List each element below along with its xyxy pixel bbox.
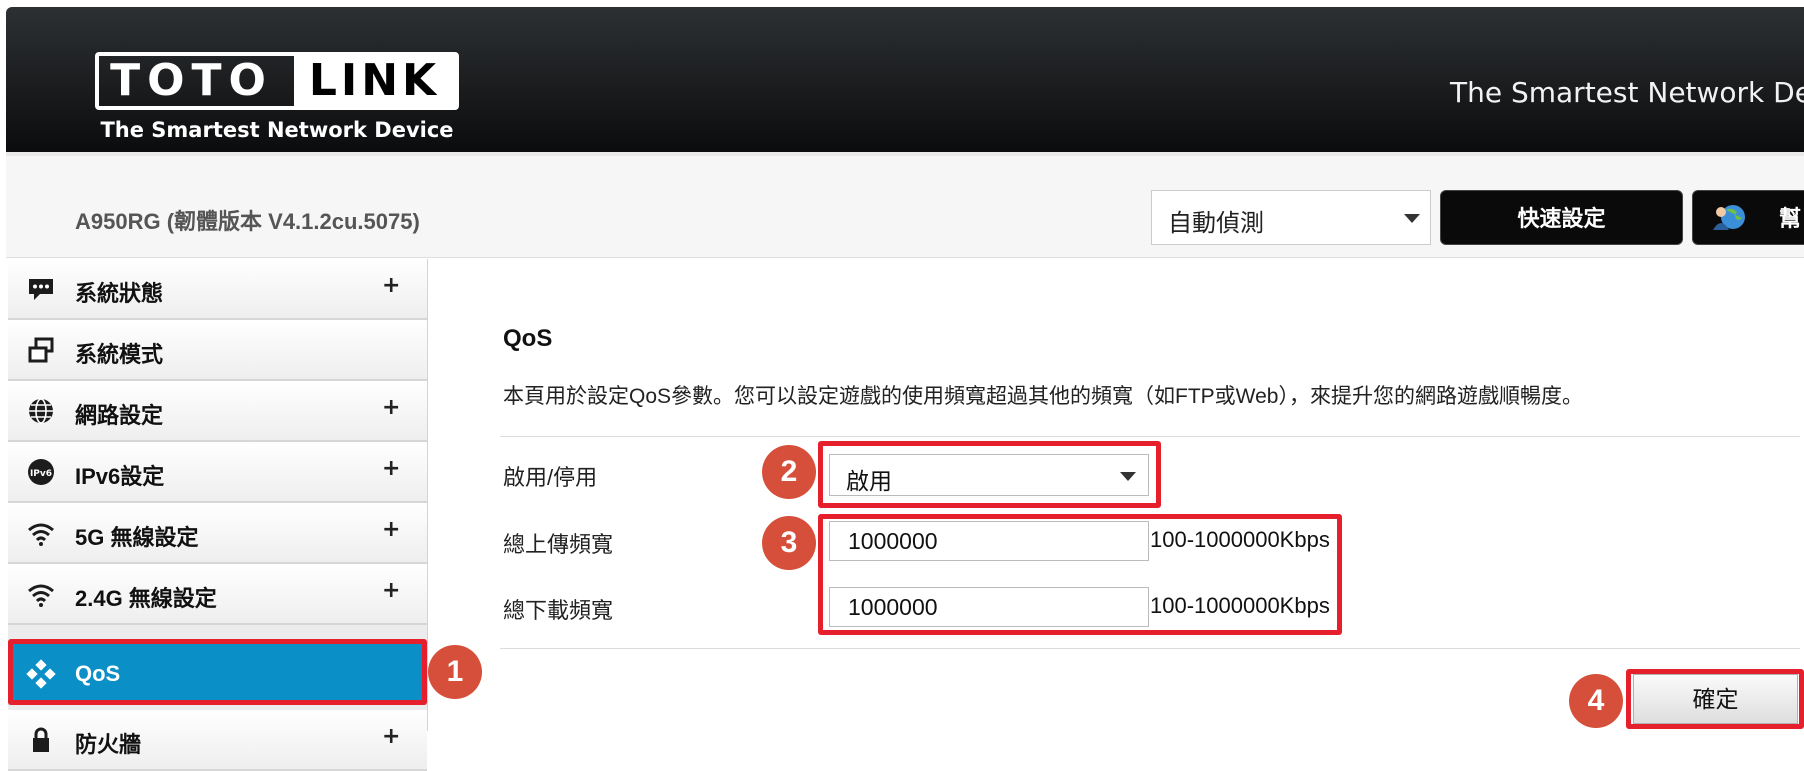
- globe-icon: [29, 398, 53, 424]
- upload-bandwidth-input[interactable]: 1000000: [829, 521, 1149, 561]
- divider: [500, 648, 1800, 649]
- divider: [500, 436, 1800, 437]
- upload-bandwidth-unit: 100-1000000Kbps: [1150, 527, 1330, 552]
- globe-person-icon: [1713, 205, 1745, 230]
- ok-button[interactable]: 確定: [1633, 674, 1798, 724]
- expand-plus-icon: +: [382, 273, 401, 298]
- step-badge-4: 4: [1569, 674, 1623, 728]
- sidebar-item-label: IPv6設定: [75, 464, 165, 489]
- page-title: QoS: [503, 325, 553, 352]
- language-select[interactable]: 自動偵測: [1151, 190, 1431, 245]
- download-bandwidth-unit: 100-1000000Kbps: [1150, 593, 1330, 618]
- header-slogan: The Smartest Network Devic: [1450, 76, 1804, 109]
- sidebar-item-label: 網路設定: [75, 403, 164, 428]
- upload-bandwidth-label: 總上傳頻寬: [503, 532, 614, 557]
- expand-plus-icon: +: [382, 724, 401, 749]
- totolink-logo: TOTO LINK: [95, 52, 459, 110]
- chevron-down-icon: [1120, 472, 1136, 481]
- expand-plus-icon: +: [382, 456, 401, 481]
- sidebar-item-label: 系統狀態: [75, 281, 164, 306]
- window-icon: [28, 337, 54, 363]
- sidebar-item-system-mode[interactable]: 系統模式: [8, 320, 427, 381]
- sidebar-item-label: 5G 無線設定: [75, 525, 199, 550]
- model-firmware-label: A950RG (韌體版本 V4.1.2cu.5075): [75, 209, 420, 234]
- language-select-value: 自動偵測: [1168, 210, 1264, 237]
- sidebar-item-label: 2.4G 無線設定: [75, 586, 217, 611]
- sidebar-item-system-status[interactable]: 系統狀態 +: [8, 259, 427, 320]
- step-badge-3: 3: [762, 516, 816, 570]
- sidebar-item-ipv6-settings[interactable]: IPv6 IPv6設定 +: [8, 442, 427, 503]
- step-badge-1: 1: [428, 645, 482, 699]
- sidebar-item-label: 系統模式: [75, 342, 164, 367]
- lock-icon: [33, 727, 49, 752]
- chevron-down-icon: [1404, 214, 1420, 223]
- wifi-icon: [28, 523, 54, 546]
- logo-text-right: LINK: [294, 56, 455, 106]
- sidebar-item-network-settings[interactable]: 網路設定 +: [8, 381, 427, 442]
- ipv6-icon: IPv6: [28, 459, 54, 485]
- logo-text-left: TOTO: [110, 55, 273, 106]
- sidebar-item-label: 防火牆: [75, 732, 142, 757]
- help-button-label: 幫: [1779, 206, 1802, 231]
- logo-tagline: The Smartest Network Device: [100, 118, 454, 142]
- wifi-icon: [28, 584, 54, 607]
- page-description: 本頁用於設定QoS參數。您可以設定遊戲的使用頻寬超過其他的頻寬（如FTP或Web…: [503, 385, 1583, 408]
- svg-text:IPv6: IPv6: [30, 469, 52, 479]
- chat-bubble-icon: [29, 279, 53, 300]
- sidebar-item-5g-wireless[interactable]: 5G 無線設定 +: [8, 503, 427, 564]
- help-button[interactable]: 幫: [1692, 190, 1804, 245]
- highlight-box-qos: [8, 639, 427, 705]
- expand-plus-icon: +: [382, 578, 401, 603]
- enable-label: 啟用/停用: [503, 465, 598, 490]
- quick-setup-button[interactable]: 快速設定: [1440, 190, 1683, 245]
- step-badge-2: 2: [762, 445, 816, 499]
- qos-enable-select[interactable]: 啟用: [829, 454, 1149, 496]
- expand-plus-icon: +: [382, 395, 401, 420]
- qos-enable-select-value: 啟用: [846, 468, 892, 494]
- expand-plus-icon: +: [382, 517, 401, 542]
- sidebar-item-firewall[interactable]: 防火牆 +: [8, 710, 427, 771]
- download-bandwidth-input[interactable]: 1000000: [829, 587, 1149, 627]
- download-bandwidth-label: 總下載頻寬: [503, 598, 614, 623]
- sidebar-item-24g-wireless[interactable]: 2.4G 無線設定 +: [8, 564, 427, 625]
